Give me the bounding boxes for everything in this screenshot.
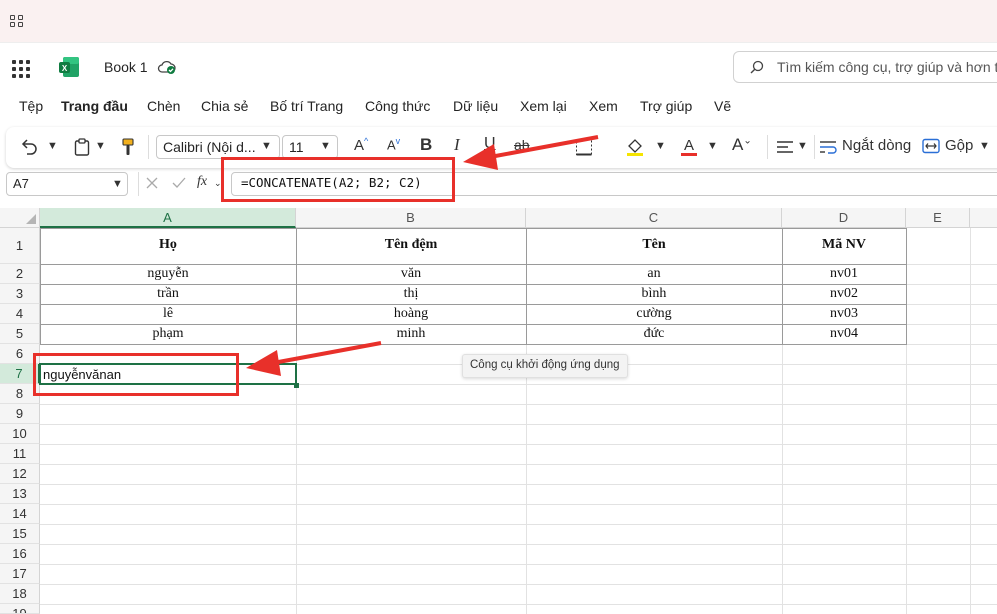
result-arrow-shaft: [272, 341, 382, 365]
formula-arrow-head: [463, 144, 498, 170]
annotation-arrows: [246, 135, 599, 376]
formula-arrow-shaft: [489, 135, 599, 159]
result-arrow-head: [246, 350, 281, 376]
